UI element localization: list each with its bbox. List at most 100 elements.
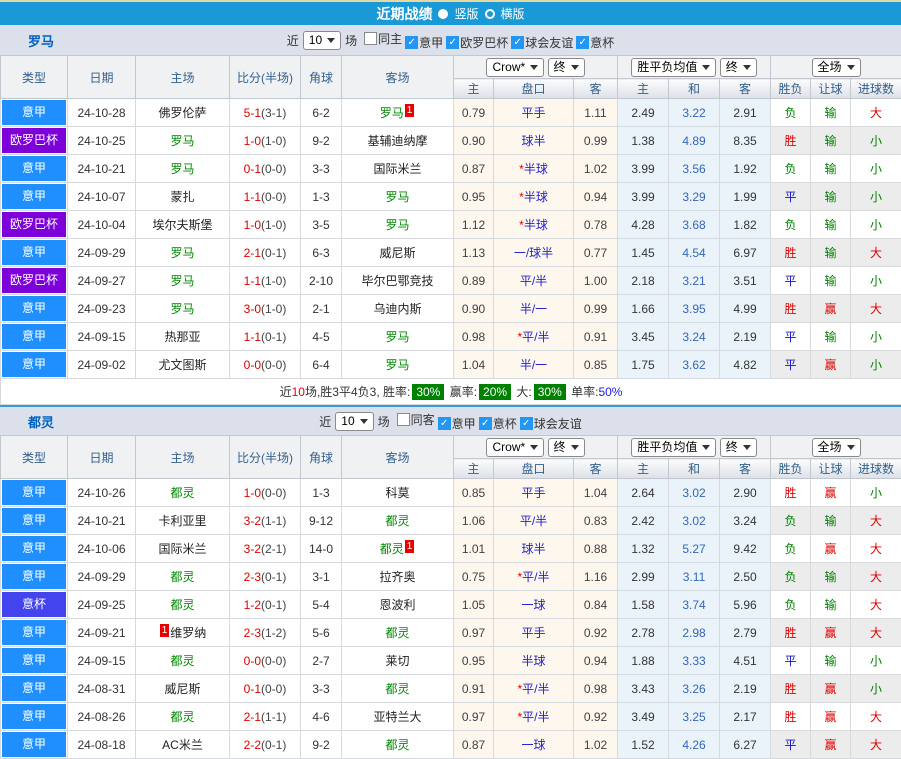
team-link[interactable]: 亚特兰大 [373, 710, 421, 724]
avg-home-cell: 3.49 [618, 703, 669, 731]
filter-checkbox-意甲[interactable]: ✓意甲 [405, 34, 443, 51]
col-type: 类型 [1, 56, 68, 99]
team-link[interactable]: 热那亚 [164, 330, 200, 344]
checked-checkbox-icon[interactable]: ✓ [446, 36, 459, 49]
team-link[interactable]: 国际米兰 [158, 542, 206, 556]
avg-draw-cell: 3.02 [669, 507, 720, 535]
team-link[interactable]: 罗马 [170, 246, 194, 260]
filter-checkbox-意甲[interactable]: ✓意甲 [438, 415, 476, 432]
team-link[interactable]: 拉齐奥 [379, 570, 415, 584]
team-link[interactable]: 基辅迪纳摩 [367, 134, 427, 148]
avg-stage-select[interactable]: 终 [720, 58, 757, 77]
team-link[interactable]: 威尼斯 [379, 246, 415, 260]
date-cell: 24-10-28 [68, 99, 136, 127]
team-link[interactable]: 尤文图斯 [158, 358, 206, 372]
handicap-cell: 平手 [494, 99, 574, 127]
score-cell: 0-1(0-0) [230, 155, 301, 183]
team-link[interactable]: 罗马 [170, 162, 194, 176]
away-team-cell: 罗马1 [342, 99, 454, 127]
away-team-cell: 罗马 [342, 351, 454, 379]
date-cell: 24-09-29 [68, 563, 136, 591]
vertical-radio-label[interactable]: 竖版 [454, 5, 478, 22]
team-link[interactable]: 都灵 [385, 514, 409, 528]
handicap-cell: 一球 [494, 731, 574, 759]
team-link[interactable]: 国际米兰 [373, 162, 421, 176]
score-cell: 2-2(0-1) [230, 731, 301, 759]
team-link[interactable]: 都灵 [385, 682, 409, 696]
team-link[interactable]: AC米兰 [162, 738, 203, 752]
league-badge: 意甲 [2, 324, 66, 349]
team-link[interactable]: 罗马 [385, 218, 409, 232]
filter-checkbox-label: 意杯 [590, 34, 614, 51]
team-link[interactable]: 罗马 [170, 134, 194, 148]
team-link[interactable]: 都灵 [170, 570, 194, 584]
full-score: 0-0 [244, 358, 261, 372]
team-link[interactable]: 佛罗伦萨 [158, 106, 206, 120]
unchecked-checkbox-icon[interactable] [397, 413, 410, 426]
checked-checkbox-icon[interactable]: ✓ [405, 36, 418, 49]
unchecked-checkbox-icon[interactable] [364, 32, 377, 45]
avg-select[interactable]: 胜平负均值 [631, 438, 716, 457]
checked-checkbox-icon[interactable]: ✓ [511, 36, 524, 49]
checked-checkbox-icon[interactable]: ✓ [576, 36, 589, 49]
filter-checkbox-欧罗巴杯[interactable]: ✓欧罗巴杯 [446, 34, 508, 51]
team-link[interactable]: 威尼斯 [164, 682, 200, 696]
match-count-select[interactable]: 10 [303, 31, 341, 50]
team-link[interactable]: 都灵 [170, 654, 194, 668]
avg-draw-cell: 3.33 [669, 647, 720, 675]
team-link[interactable]: 都灵 [385, 738, 409, 752]
team-link[interactable]: 埃尔夫斯堡 [152, 218, 212, 232]
team-link[interactable]: 罗马 [170, 274, 194, 288]
team-link[interactable]: 维罗纳 [170, 626, 206, 640]
match-row: 意甲24-08-26都灵2-1(1-1)4-6亚特兰大0.97*平/半0.923… [1, 703, 901, 731]
horizontal-radio[interactable] [485, 9, 495, 19]
filter-checkbox-同主[interactable]: 同主 [364, 30, 402, 47]
team-link[interactable]: 都灵 [170, 710, 194, 724]
team-link[interactable]: 都灵 [380, 542, 404, 556]
team-link[interactable]: 罗马 [385, 358, 409, 372]
team-link[interactable]: 都灵 [385, 626, 409, 640]
bookmaker-select[interactable]: Crow* [486, 58, 544, 77]
team-link[interactable]: 毕尔巴鄂竞技 [361, 274, 433, 288]
filter-checkbox-意杯[interactable]: ✓意杯 [576, 34, 614, 51]
team-link[interactable]: 罗马 [385, 190, 409, 204]
team-link[interactable]: 莱切 [385, 654, 409, 668]
league-badge: 意甲 [2, 184, 66, 209]
filter-checkbox-意杯[interactable]: ✓意杯 [479, 415, 517, 432]
filter-checkbox-球会友谊[interactable]: ✓球会友谊 [520, 415, 582, 432]
avg-select[interactable]: 胜平负均值 [631, 58, 716, 77]
date-cell: 24-09-27 [68, 267, 136, 295]
team-link[interactable]: 蒙扎 [170, 190, 194, 204]
score-cell: 2-1(0-1) [230, 239, 301, 267]
team-link[interactable]: 科莫 [385, 486, 409, 500]
filter-checkbox-球会友谊[interactable]: ✓球会友谊 [511, 34, 573, 51]
scope-select[interactable]: 全场 [812, 438, 861, 457]
team-link[interactable]: 恩波利 [379, 598, 415, 612]
team-link[interactable]: 罗马 [380, 106, 404, 120]
avg-stage-select[interactable]: 终 [720, 438, 757, 457]
filter-checkbox-同客[interactable]: 同客 [397, 411, 435, 428]
handicap-result-cell: 输 [811, 239, 851, 267]
away-team-cell: 亚特兰大 [342, 703, 454, 731]
checked-checkbox-icon[interactable]: ✓ [520, 417, 533, 430]
team-link[interactable]: 卡利亚里 [158, 514, 206, 528]
horizontal-radio-label[interactable]: 横版 [501, 5, 525, 22]
team-link[interactable]: 乌迪内斯 [373, 302, 421, 316]
vertical-radio[interactable] [438, 9, 448, 19]
odds-stage-select[interactable]: 终 [548, 438, 585, 457]
team-link[interactable]: 都灵 [170, 598, 194, 612]
avg-dropdown-group: 胜平负均值 终 [618, 436, 771, 459]
scope-select[interactable]: 全场 [812, 58, 861, 77]
checked-checkbox-icon[interactable]: ✓ [479, 417, 492, 430]
team-link[interactable]: 都灵 [170, 486, 194, 500]
near-label: 近 [319, 413, 331, 430]
checked-checkbox-icon[interactable]: ✓ [438, 417, 451, 430]
summary-text: 50% [598, 385, 622, 399]
odds-stage-select[interactable]: 终 [548, 58, 585, 77]
match-count-select[interactable]: 10 [335, 412, 373, 431]
goals-cell: 小 [851, 323, 901, 351]
team-link[interactable]: 罗马 [170, 302, 194, 316]
handicap-result-cell: 赢 [811, 535, 851, 563]
team-link[interactable]: 罗马 [385, 330, 409, 344]
bookmaker-select[interactable]: Crow* [486, 438, 544, 457]
